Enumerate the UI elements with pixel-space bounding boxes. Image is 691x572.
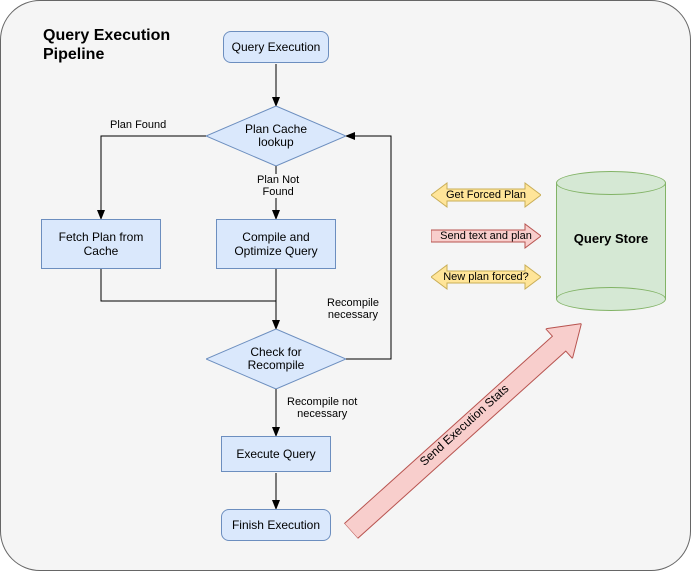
- node-finish-label: Finish Execution: [232, 518, 320, 532]
- arrow-send-execution-stats-label: Send Execution Stats: [344, 316, 584, 534]
- arrow-new-plan-forced: New plan forced?: [431, 263, 541, 291]
- node-finish: Finish Execution: [221, 509, 331, 541]
- arrow-send-text-plan-label: Send text and plan: [440, 230, 532, 242]
- arrow-get-forced-plan-label: Get Forced Plan: [446, 189, 526, 201]
- node-start: Query Execution: [223, 31, 329, 63]
- node-start-label: Query Execution: [232, 40, 321, 54]
- node-query-store: Query Store: [556, 171, 666, 311]
- node-query-store-label: Query Store: [556, 231, 666, 246]
- node-fetch-cache: Fetch Plan from Cache: [41, 219, 161, 269]
- edge-plan-found: Plan Found: [109, 119, 167, 131]
- node-compile: Compile and Optimize Query: [216, 219, 336, 269]
- arrow-send-text-plan: Send text and plan: [431, 223, 541, 249]
- edge-recompile-necessary: Recompile necessary: [326, 297, 380, 321]
- pipeline-container: Query Execution Pipeline Query Execution…: [0, 0, 691, 571]
- node-plan-cache: Plan Cache lookup: [206, 106, 346, 166]
- node-plan-cache-label: Plan Cache lookup: [206, 106, 346, 166]
- diagram-title: Query Execution Pipeline: [43, 26, 170, 64]
- arrow-new-plan-forced-label: New plan forced?: [443, 271, 529, 283]
- edge-plan-not-found: Plan Not Found: [256, 174, 300, 198]
- node-fetch-cache-label: Fetch Plan from Cache: [59, 230, 144, 258]
- node-recompile: Check for Recompile: [206, 329, 346, 389]
- edge-recompile-not-necessary: Recompile not necessary: [286, 396, 358, 420]
- node-recompile-label: Check for Recompile: [206, 329, 346, 389]
- arrow-get-forced-plan: Get Forced Plan: [431, 181, 541, 209]
- node-compile-label: Compile and Optimize Query: [234, 230, 317, 258]
- node-execute-label: Execute Query: [236, 447, 315, 461]
- node-execute: Execute Query: [221, 436, 331, 472]
- arrow-send-execution-stats: Send Execution Stats: [338, 309, 595, 546]
